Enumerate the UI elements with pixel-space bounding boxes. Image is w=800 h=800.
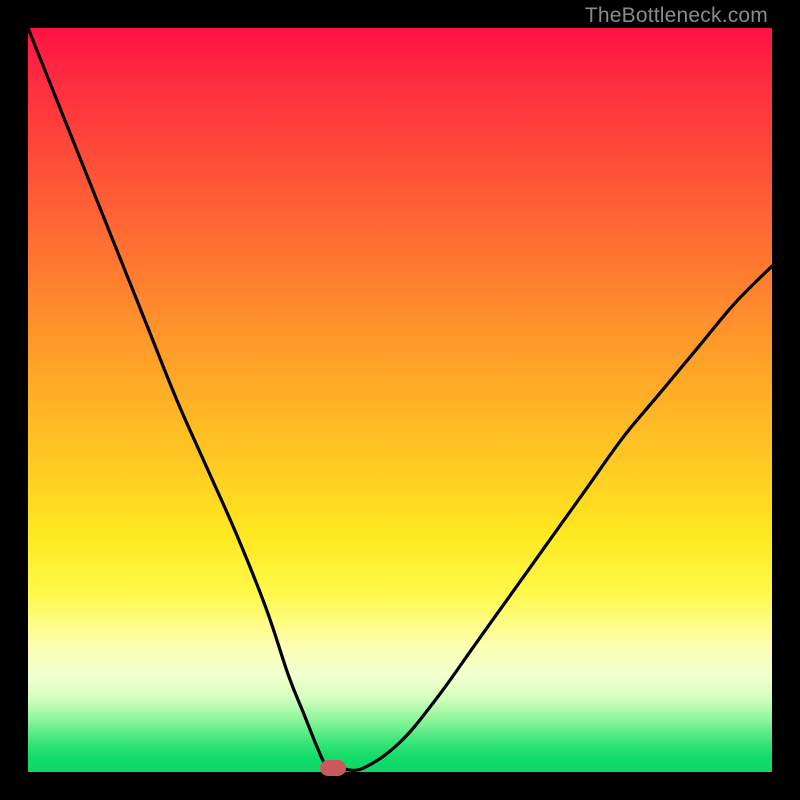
watermark-text: TheBottleneck.com [585,4,768,28]
chart-frame: TheBottleneck.com [0,0,800,800]
optimal-point-marker [320,760,346,776]
plot-area [28,28,772,772]
bottleneck-curve [28,28,772,772]
